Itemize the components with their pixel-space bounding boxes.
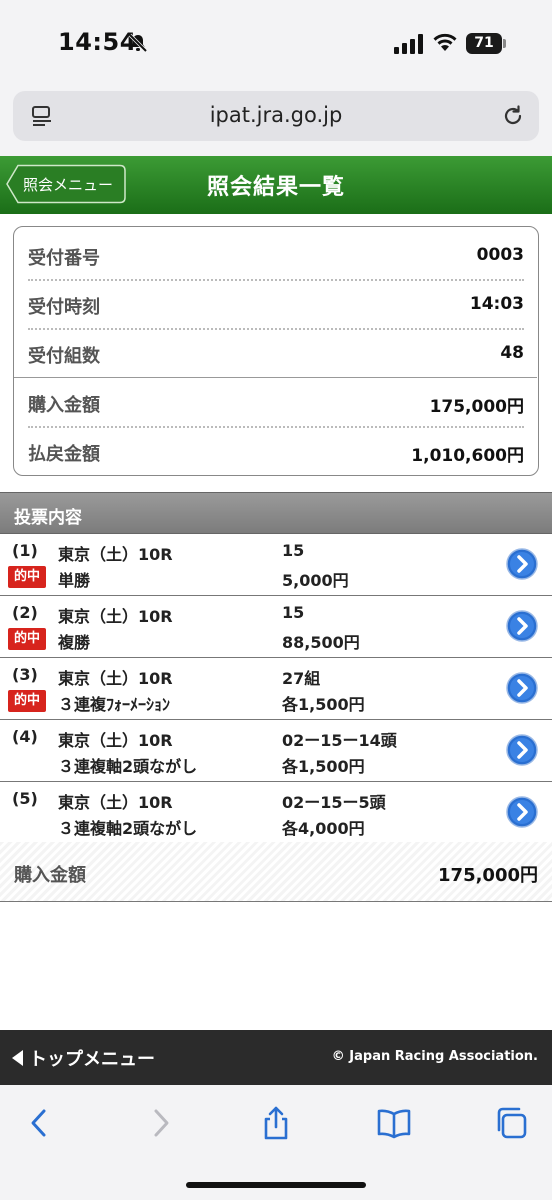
summary-value: 175,000円 xyxy=(429,397,524,417)
forward-icon[interactable] xyxy=(142,1105,178,1141)
bet-row[interactable]: (5) 東京（土）10R ３連複軸2頭ながし 02ー15ー5頭 各4,000円 xyxy=(0,782,552,844)
bet-number: (1) xyxy=(12,541,38,560)
wifi-icon xyxy=(433,33,457,51)
bet-number: (4) xyxy=(12,727,38,746)
summary-value: 0003 xyxy=(476,245,524,265)
page-title: 照会結果一覧 xyxy=(206,175,345,200)
bet-number: (3) xyxy=(12,665,38,684)
summary-label: 払戻金額 xyxy=(28,444,100,465)
summary-row-receipt-time: 受付時刻 14:03 xyxy=(28,279,524,328)
cellular-signal-icon xyxy=(394,34,423,54)
chevron-right-icon[interactable] xyxy=(506,672,538,704)
hit-badge: 的中 xyxy=(8,690,46,712)
address-bar[interactable]: ipat.jra.go.jp xyxy=(13,91,539,141)
status-time: 14:54 xyxy=(58,28,137,56)
hit-badge: 的中 xyxy=(8,628,46,650)
bet-number: (2) xyxy=(12,603,38,622)
bet-amount: 各1,500円 xyxy=(282,695,365,714)
bell-muted-icon xyxy=(128,33,148,53)
bet-type: ３連複ﾌｫｰﾒｰｼｮﾝ xyxy=(58,695,171,714)
share-icon[interactable] xyxy=(258,1105,294,1141)
section-title: 投票内容 xyxy=(14,508,82,528)
summary-value: 14:03 xyxy=(469,294,524,314)
bet-type: 単勝 xyxy=(58,571,91,590)
hit-badge: 的中 xyxy=(8,566,46,588)
bet-race: 東京（土）10R xyxy=(58,793,173,812)
summary-row-payout-amount: 払戻金額 1,010,600円 xyxy=(28,426,524,475)
bet-amount: 5,000円 xyxy=(282,571,349,590)
bet-row[interactable]: (2) 東京（土）10R 的中 複勝 15 88,500円 xyxy=(0,596,552,658)
bookmarks-icon[interactable] xyxy=(376,1105,412,1141)
summary-row-purchase-amount: 購入金額 175,000円 xyxy=(28,377,524,426)
bet-type: ３連複軸2頭ながし xyxy=(58,819,198,838)
chevron-right-icon[interactable] xyxy=(506,610,538,642)
bet-race: 東京（土）10R xyxy=(58,669,173,688)
bet-row[interactable]: (4) 東京（土）10R ３連複軸2頭ながし 02ー15ー14頭 各1,500円 xyxy=(0,720,552,782)
bet-type: 複勝 xyxy=(58,633,91,652)
chevron-right-icon[interactable] xyxy=(506,734,538,766)
bet-amount: 各4,000円 xyxy=(282,819,365,838)
browser-address-area: ipat.jra.go.jp xyxy=(0,84,552,156)
top-menu-link[interactable]: トップメニュー xyxy=(12,1045,155,1071)
bet-selection: 15 xyxy=(282,541,305,560)
battery-icon: 71 xyxy=(466,33,502,54)
summary-label: 購入金額 xyxy=(28,395,100,416)
page-header: 照会メニュー 照会結果一覧 xyxy=(0,156,552,214)
summary-value: 1,010,600円 xyxy=(411,446,524,466)
bet-selection: 02ー15ー14頭 xyxy=(282,731,397,750)
bet-race: 東京（土）10R xyxy=(58,607,173,626)
url-text[interactable]: ipat.jra.go.jp xyxy=(13,103,539,127)
status-bar: 14:54 71 xyxy=(0,0,552,84)
triangle-left-icon xyxy=(12,1050,23,1066)
back-icon[interactable] xyxy=(22,1105,58,1141)
battery-nub xyxy=(503,39,506,48)
bet-amount: 各1,500円 xyxy=(282,757,365,776)
bet-type: ３連複軸2頭ながし xyxy=(58,757,198,776)
chevron-right-icon[interactable] xyxy=(506,548,538,580)
bet-amount: 88,500円 xyxy=(282,633,360,652)
summary-box: 受付番号 0003 受付時刻 14:03 受付組数 48 購入金額 175,00… xyxy=(13,226,539,476)
bet-race: 東京（土）10R xyxy=(58,731,173,750)
summary-row-receipt-number: 受付番号 0003 xyxy=(28,230,524,279)
total-row: 購入金額 175,000円 xyxy=(0,842,552,902)
bet-selection: 02ー15ー5頭 xyxy=(282,793,386,812)
bet-row[interactable]: (3) 東京（土）10R 的中 ３連複ﾌｫｰﾒｰｼｮﾝ 27組 各1,500円 xyxy=(0,658,552,720)
summary-label: 受付時刻 xyxy=(28,297,100,318)
reload-icon[interactable] xyxy=(501,104,525,128)
bet-row[interactable]: (1) 東京（土）10R 的中 単勝 15 5,000円 xyxy=(0,534,552,596)
total-label: 購入金額 xyxy=(14,865,86,886)
tabs-icon[interactable] xyxy=(493,1105,529,1141)
summary-value: 48 xyxy=(500,343,524,363)
section-header: 投票内容 xyxy=(0,492,552,534)
total-value: 175,000円 xyxy=(438,865,538,886)
chevron-right-icon[interactable] xyxy=(506,796,538,828)
bet-number: (5) xyxy=(12,789,38,808)
bet-selection: 27組 xyxy=(282,669,321,688)
copyright: © Japan Racing Association. xyxy=(331,1049,538,1064)
summary-label: 受付組数 xyxy=(28,346,100,367)
page-footer: トップメニュー © Japan Racing Association. xyxy=(0,1030,552,1085)
bet-selection: 15 xyxy=(282,603,305,622)
summary-label: 受付番号 xyxy=(28,248,100,269)
home-indicator xyxy=(186,1182,366,1188)
top-menu-label: トップメニュー xyxy=(29,1049,155,1070)
summary-row-receipt-count: 受付組数 48 xyxy=(28,328,524,377)
bet-race: 東京（土）10R xyxy=(58,545,173,564)
